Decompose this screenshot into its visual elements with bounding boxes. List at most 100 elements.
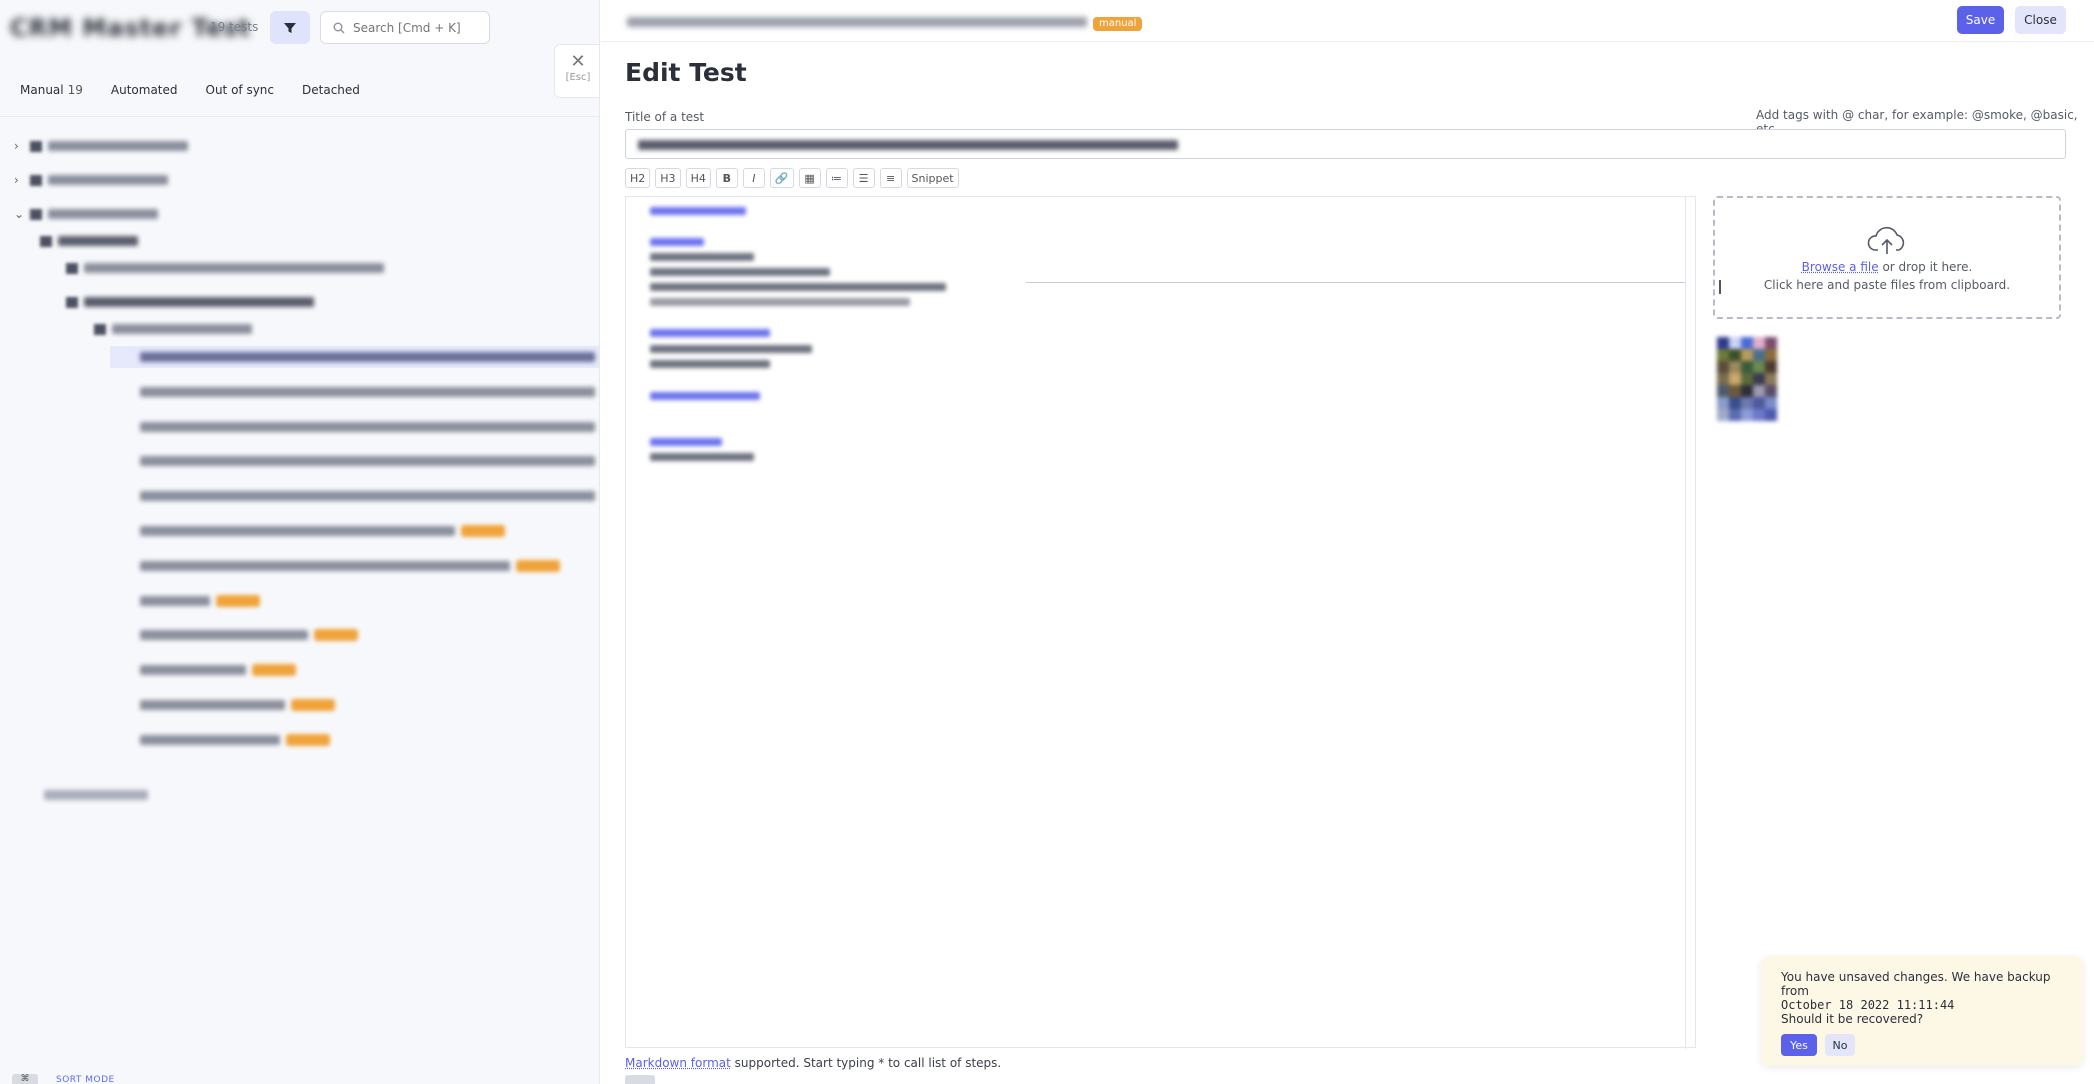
blurred-text	[48, 141, 188, 151]
tree-test-row[interactable]	[140, 696, 335, 714]
folder-icon	[94, 324, 106, 335]
tree-test-row[interactable]	[140, 592, 260, 610]
chevron-right-icon: ›	[14, 173, 24, 187]
esc-hint: [Esc]	[555, 72, 600, 83]
tree-test-row[interactable]	[140, 452, 595, 470]
blurred-text	[44, 790, 148, 800]
link-button[interactable]: 🔗	[770, 168, 794, 188]
keyboard-shortcut-hint	[625, 1075, 655, 1084]
tree-test-row[interactable]	[66, 259, 384, 277]
h3-button[interactable]: H3	[655, 168, 680, 188]
tree-test-row[interactable]	[140, 418, 595, 436]
blurred-text	[140, 700, 285, 710]
search-box[interactable]	[320, 11, 490, 44]
italic-button[interactable]: I	[743, 168, 765, 188]
tree-tabs: Manual 19 Automated Out of sync Detached	[20, 83, 360, 97]
tag-badge	[291, 699, 335, 711]
tree-test-row[interactable]	[140, 348, 595, 366]
blurred-text	[48, 209, 158, 219]
blurred-text	[140, 456, 595, 466]
markdown-editor[interactable]	[625, 196, 1696, 1048]
tree-suite-row[interactable]: ›	[14, 137, 188, 155]
steps-button[interactable]: ≡	[880, 168, 902, 188]
close-icon: ✕	[555, 51, 600, 72]
filter-button[interactable]	[270, 11, 310, 44]
tree-test-row[interactable]	[140, 731, 330, 749]
file-dropzone[interactable]: Browse a file or drop it here. Click her…	[1713, 196, 2061, 319]
recover-question: Should it be recovered?	[1781, 1012, 2063, 1026]
blurred-text	[650, 283, 946, 291]
tab-automated[interactable]: Automated	[111, 83, 178, 97]
blurred-text	[140, 596, 210, 606]
folder-icon	[40, 236, 52, 247]
tree-suite-row[interactable]: ⌄	[14, 205, 158, 223]
blurred-text	[84, 297, 314, 307]
table-button[interactable]: ▦	[799, 168, 821, 188]
recover-yes-button[interactable]: Yes	[1781, 1034, 1817, 1056]
blurred-text	[140, 526, 455, 536]
blurred-text	[140, 491, 595, 501]
tree-test-row[interactable]	[140, 557, 560, 575]
drop-text: or drop it here.	[1879, 260, 1973, 274]
edit-header: manual Save Close	[601, 0, 2094, 42]
close-button[interactable]: Close	[2015, 6, 2066, 34]
editor-scrollbar[interactable]	[1685, 197, 1695, 1049]
blurred-text	[140, 630, 308, 640]
blurred-text	[140, 735, 280, 745]
tag-badge	[461, 525, 505, 537]
tree-suite-row[interactable]	[66, 293, 314, 311]
tree-suite-row[interactable]	[44, 786, 148, 804]
blurred-text	[650, 268, 830, 276]
tag-badge	[216, 595, 260, 607]
recover-message: You have unsaved changes. We have backup…	[1781, 970, 2063, 998]
snippet-button[interactable]: Snippet	[907, 168, 959, 188]
folder-icon	[66, 297, 78, 308]
h4-button[interactable]: H4	[686, 168, 711, 188]
browse-file-link[interactable]: Browse a file	[1802, 260, 1879, 274]
blurred-text	[140, 387, 595, 397]
blurred-text	[650, 345, 812, 353]
tab-detached[interactable]: Detached	[302, 83, 360, 97]
tree-test-row[interactable]	[140, 522, 505, 540]
blurred-heading	[650, 238, 704, 246]
tree-test-row[interactable]	[140, 661, 296, 679]
tree-suite-row[interactable]	[40, 232, 138, 250]
tab-out-of-sync[interactable]: Out of sync	[206, 83, 275, 97]
blurred-text	[140, 422, 595, 432]
unsaved-changes-notice: You have unsaved changes. We have backup…	[1761, 956, 2083, 1066]
attachment-thumbnail[interactable]	[1717, 337, 1777, 427]
h2-button[interactable]: H2	[625, 168, 650, 188]
tree-test-row[interactable]	[140, 383, 595, 401]
backup-timestamp: October 18 2022 11:11:44	[1781, 998, 2063, 1012]
page-title: Edit Test	[625, 58, 747, 87]
blurred-text	[650, 360, 770, 368]
tree-test-row[interactable]	[140, 487, 595, 505]
ordered-list-button[interactable]: ≔	[826, 168, 848, 188]
blurred-text	[58, 236, 138, 246]
unordered-list-button[interactable]: ☰	[853, 168, 875, 188]
tree-test-row[interactable]	[140, 626, 358, 644]
blurred-text	[112, 324, 252, 334]
blurred-text	[48, 175, 168, 185]
tree-suite-row[interactable]	[94, 320, 252, 338]
tag-badge	[252, 664, 296, 676]
blurred-heading	[650, 438, 722, 446]
folder-icon	[66, 263, 78, 274]
folder-icon	[30, 175, 42, 186]
paste-instructions: Click here and paste files from clipboar…	[1715, 278, 2059, 292]
markdown-format-link[interactable]: Markdown format	[625, 1056, 731, 1070]
test-title-input[interactable]	[625, 129, 2066, 159]
bold-button[interactable]: B	[716, 168, 738, 188]
recover-no-button[interactable]: No	[1825, 1034, 1855, 1056]
sort-mode-button[interactable]: SORT MODE	[56, 1075, 115, 1084]
save-button[interactable]: Save	[1957, 6, 2004, 34]
chevron-right-icon: ›	[14, 139, 24, 153]
tab-automated-label: Automated	[111, 83, 178, 97]
close-panel-button[interactable]: ✕ [Esc]	[554, 44, 600, 98]
blurred-text	[650, 298, 910, 306]
search-input[interactable]	[353, 21, 483, 35]
tree-suite-row[interactable]: ›	[14, 171, 168, 189]
editor-toolbar: H2 H3 H4 B I 🔗 ▦ ≔ ☰ ≡ Snippet	[625, 168, 959, 188]
tab-manual[interactable]: Manual 19	[20, 83, 83, 97]
blurred-heading	[650, 392, 760, 400]
